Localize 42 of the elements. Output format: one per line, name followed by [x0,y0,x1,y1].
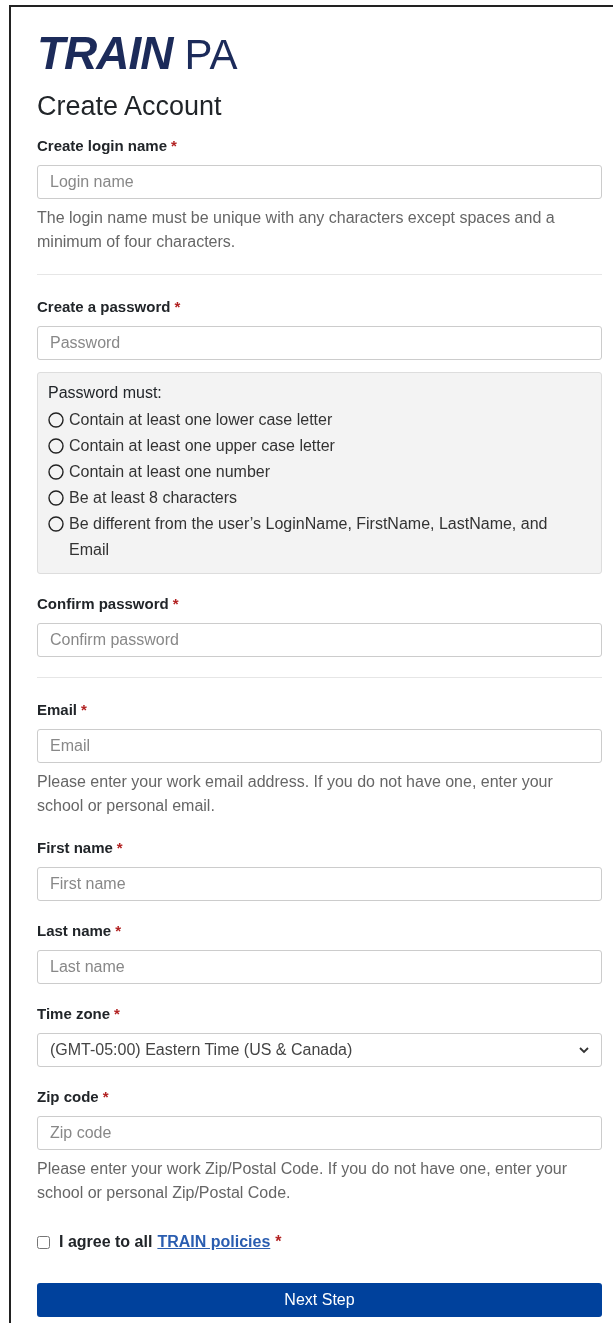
next-step-button[interactable]: Next Step [37,1283,602,1317]
rule-text: Be different from the user’s LoginName, FirstName, LastName, and Email [69,514,549,560]
required-mark: * [115,921,122,941]
input-field[interactable]: Last name [37,950,602,984]
help-text: The login name must be unique with any characters except spaces and a minimum of four characters. [37,208,556,252]
policies-link[interactable]: TRAIN policies [157,1233,271,1251]
field-label: Zip code [37,1087,99,1107]
help-text: Please enter your work Zip/Postal Code. If you do not have one, enter your school or personal Zip/Postal Code. [37,1159,569,1203]
rule-text: Contain at least one lower case letter [69,410,333,430]
logo-brand: TRAIN [37,31,173,75]
help-text: Please enter your work email address. If you do not have one, enter your school or personal email. [37,772,554,816]
caret-icon [579,1046,589,1054]
field-label: Last name [37,921,112,941]
required-mark: * [114,1004,120,1024]
required-mark: * [171,136,177,156]
required-mark: * [81,700,87,720]
input-field[interactable]: Email [37,729,602,763]
required-mark: * [174,297,181,317]
field-label: First name [37,838,113,858]
required-mark: * [116,838,123,858]
required-mark: * [275,1233,282,1251]
input-field[interactable]: Password [37,326,602,360]
field-label: Time zone [37,1004,111,1024]
required-mark: * [172,594,179,614]
rule-text: Be at least 8 characters [69,488,238,508]
field-label: Email [37,700,78,720]
page-title: Create Account [37,90,223,122]
rule-text: Contain at least one number [69,462,270,482]
agree-checkbox[interactable] [37,1235,50,1249]
input-field[interactable]: Login name [37,165,602,199]
rules-heading: Password must: [48,383,163,403]
input-field[interactable]: First name [37,867,602,901]
field-label: Create login name [37,136,168,156]
agree-label: I agree to all [59,1233,153,1251]
input-field[interactable]: Zip code [37,1116,602,1150]
input-field[interactable]: Confirm password [37,623,602,657]
select-field[interactable]: (GMT-05:00) Eastern Time (US & Canada) [37,1033,602,1067]
logo-region: PA [184,33,238,77]
rule-text: Contain at least one upper case letter [69,436,335,456]
field-label: Confirm password [37,594,169,614]
required-mark: * [102,1087,109,1107]
field-label: Create a password [37,297,171,317]
